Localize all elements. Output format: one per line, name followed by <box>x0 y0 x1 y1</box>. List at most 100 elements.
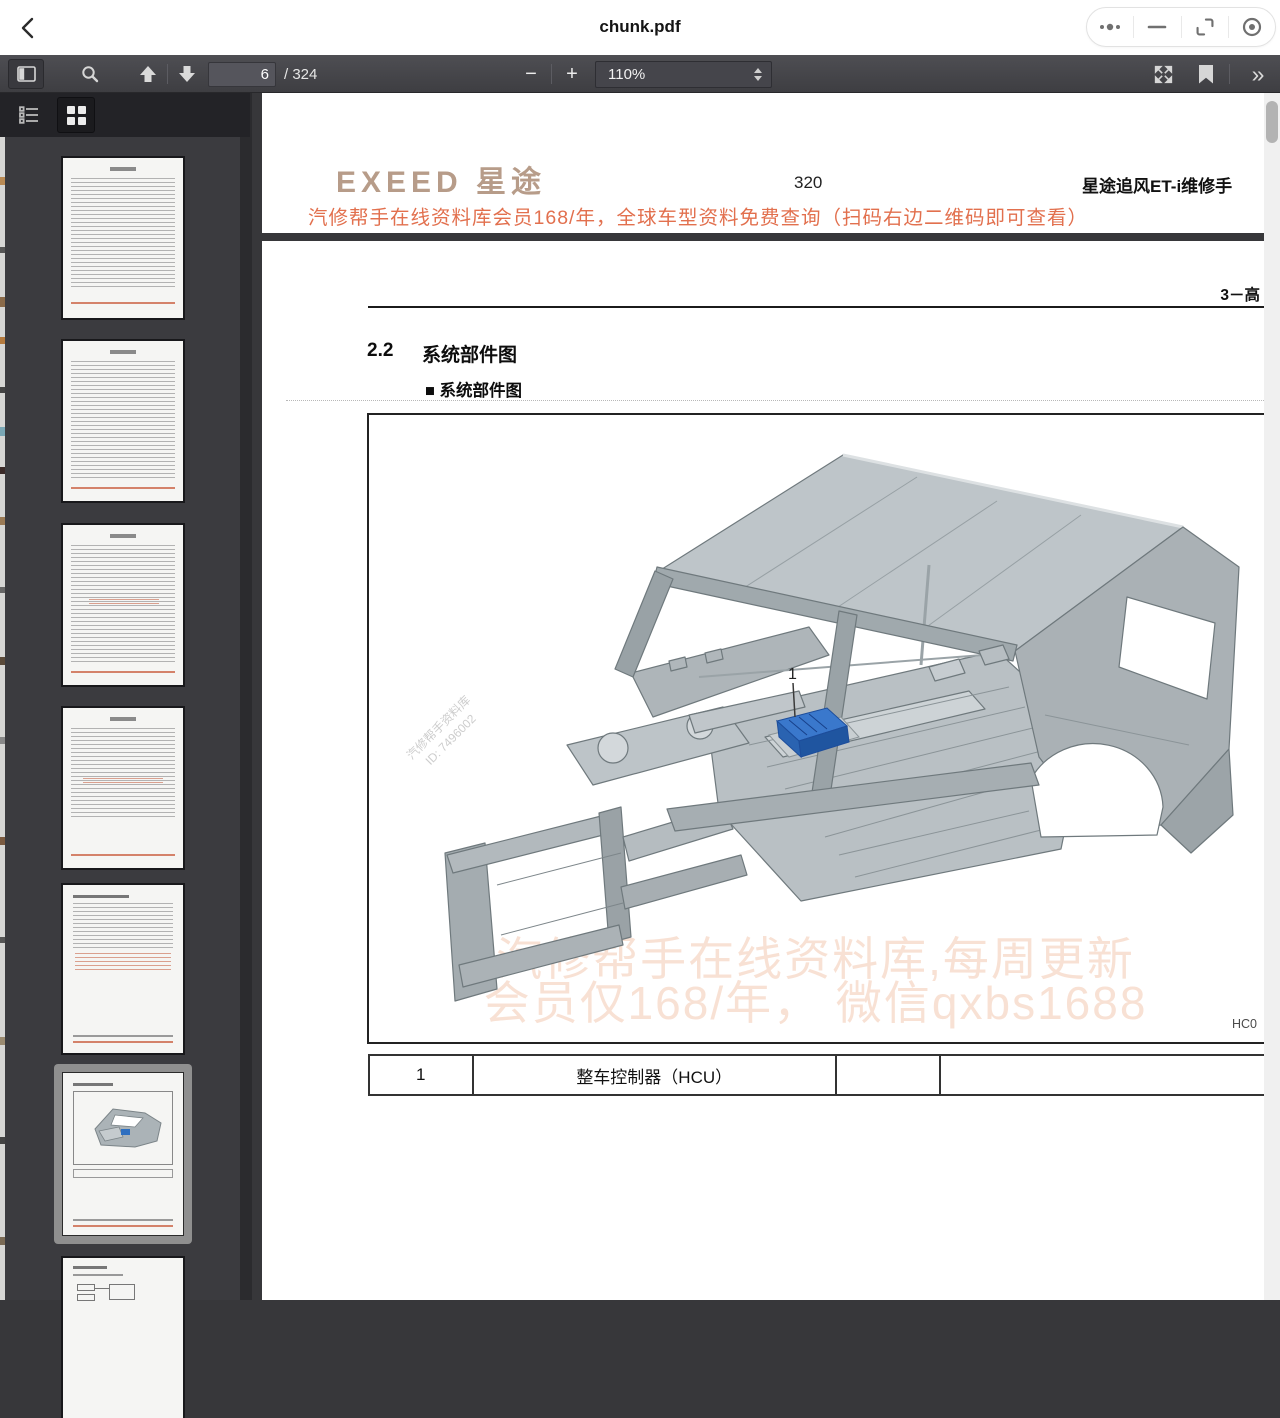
thumbnail-page-2[interactable] <box>63 341 183 501</box>
section-number: 2.2 <box>367 340 393 362</box>
chapter-corner-heading: 3－高 <box>1220 283 1260 305</box>
pdf-page-current: 3－高 2.2 系统部件图 ■ 系统部件图 汽修帮手在线资料库,每周更新 会员仅… <box>262 241 1264 1300</box>
car-body-diagram: 1 <box>369 415 1262 1042</box>
document-outline-icon[interactable] <box>14 101 44 129</box>
thumb-car-diagram <box>75 1097 171 1157</box>
thumb-red-line <box>71 302 175 304</box>
thumbnail-page-5[interactable] <box>63 885 183 1053</box>
section-title: 系统部件图 <box>422 340 517 367</box>
thumb-red-line <box>73 1041 173 1043</box>
thumb-red-line <box>71 854 175 856</box>
thumbnail-page-4[interactable] <box>63 708 183 868</box>
toolbar-divider <box>551 64 552 84</box>
header-promo-line: 汽修帮手在线资料库会员168/年，全球车型资料免费查询（扫码右边二维码即可查看） <box>308 201 1088 230</box>
pdf-page-previous: EXEED 星途 320 星途追风ET-i维修手 汽修帮手在线资料库会员168/… <box>262 93 1264 233</box>
thumb-title <box>110 717 136 721</box>
scrollbar-thumb[interactable] <box>1266 101 1278 143</box>
artifact <box>0 297 5 307</box>
artifact <box>0 337 5 344</box>
figure-code: HC0 <box>1232 1017 1257 1031</box>
page-number-input[interactable] <box>208 62 276 87</box>
table-cell-4 <box>939 1056 1264 1094</box>
artifact <box>0 737 5 744</box>
select-spinner-icon <box>754 68 762 81</box>
thumb-title <box>110 350 136 354</box>
artifact <box>0 1037 5 1045</box>
thumb-heading <box>73 1266 107 1269</box>
thumbnail-page-3[interactable] <box>63 525 183 685</box>
toolbar-more-icon[interactable]: » <box>1241 59 1275 89</box>
zoom-level-value: 110% <box>608 66 645 83</box>
callout-label: 1 <box>788 666 797 683</box>
thumb-red-rows <box>75 953 171 971</box>
next-page-button[interactable] <box>171 59 203 89</box>
artifact <box>0 1237 5 1245</box>
fullscreen-icon[interactable] <box>1147 59 1179 89</box>
thumb-red-line <box>73 1225 173 1227</box>
sidebar-edge <box>240 93 252 1300</box>
thumb-footer <box>73 1035 173 1037</box>
thumbnail-page-7[interactable] <box>63 1258 183 1418</box>
artifact <box>0 427 5 436</box>
previous-page-button[interactable] <box>132 59 164 89</box>
chapter-rule <box>368 306 1264 308</box>
exeed-logo: EXEED 星途 <box>336 157 546 201</box>
page-edge-artifact <box>0 137 5 1300</box>
parts-table: 1 整车控制器（HCU） <box>368 1054 1264 1096</box>
page-count-label: / 324 <box>284 66 317 83</box>
artifact <box>0 177 5 185</box>
sidebar-header <box>0 93 250 137</box>
zoom-level-select[interactable]: 110% <box>595 61 772 88</box>
thumbnails-view-button[interactable] <box>57 97 95 133</box>
pdf-toolbar: / 324 − + 110% » <box>0 55 1280 93</box>
zoom-in-button[interactable]: + <box>557 59 587 89</box>
thumb-subheading <box>73 1274 123 1276</box>
thumb-heading <box>73 1083 113 1086</box>
more-options-icon[interactable] <box>1087 8 1133 46</box>
thumb-red-rows <box>89 599 159 607</box>
app-titlebar: chunk.pdf <box>0 0 1280 55</box>
thumb-red-line <box>71 671 175 673</box>
artifact <box>0 657 5 665</box>
minimize-icon[interactable] <box>1134 8 1180 46</box>
thumb-text-lines <box>71 728 175 818</box>
thumb-diagram-block <box>109 1284 135 1300</box>
window-controls <box>1086 7 1276 47</box>
restore-window-icon[interactable] <box>1182 8 1228 46</box>
artifact <box>0 837 5 845</box>
artifact <box>0 467 5 474</box>
thumb-text-lines <box>71 178 175 290</box>
thumb-diagram-line <box>95 1288 109 1289</box>
thumb-figure-box <box>73 1091 173 1165</box>
header-page-number: 320 <box>794 173 822 193</box>
thumb-table-row <box>73 1169 173 1178</box>
thumbnail-page-6[interactable] <box>63 1073 183 1235</box>
table-cell-3 <box>835 1056 940 1094</box>
search-button[interactable] <box>74 59 106 89</box>
system-parts-figure: 汽修帮手在线资料库,每周更新 会员仅168/年， 微信qxbs1688 汽修帮手… <box>367 413 1264 1044</box>
thumb-text-lines <box>73 903 173 949</box>
subsection-title: ■ 系统部件图 <box>425 377 522 401</box>
thumbnail-page-1[interactable] <box>63 158 183 318</box>
artifact <box>0 387 5 393</box>
artifact <box>0 247 5 253</box>
artifact <box>0 587 5 593</box>
thumb-diagram-block <box>77 1284 95 1291</box>
toggle-sidebar-button[interactable] <box>8 59 44 89</box>
zoom-out-button[interactable]: − <box>516 59 546 89</box>
table-cell-number: 1 <box>370 1056 472 1094</box>
artifact <box>0 517 5 525</box>
thumbnail-page-6-selected[interactable] <box>54 1064 192 1244</box>
close-circle-icon[interactable] <box>1229 8 1275 46</box>
dotted-rule <box>286 400 1264 401</box>
header-manual-title: 星途追风ET-i维修手 <box>1082 172 1232 197</box>
thumb-text-lines <box>71 361 175 479</box>
bookmark-icon[interactable] <box>1192 59 1220 89</box>
toolbar-divider <box>1229 64 1230 84</box>
thumb-red-rows <box>83 778 163 786</box>
vertical-scrollbar[interactable] <box>1264 93 1280 1300</box>
artifact <box>0 1137 5 1144</box>
thumb-heading <box>73 895 129 898</box>
thumb-title <box>110 534 136 538</box>
grid-icon <box>67 106 86 125</box>
